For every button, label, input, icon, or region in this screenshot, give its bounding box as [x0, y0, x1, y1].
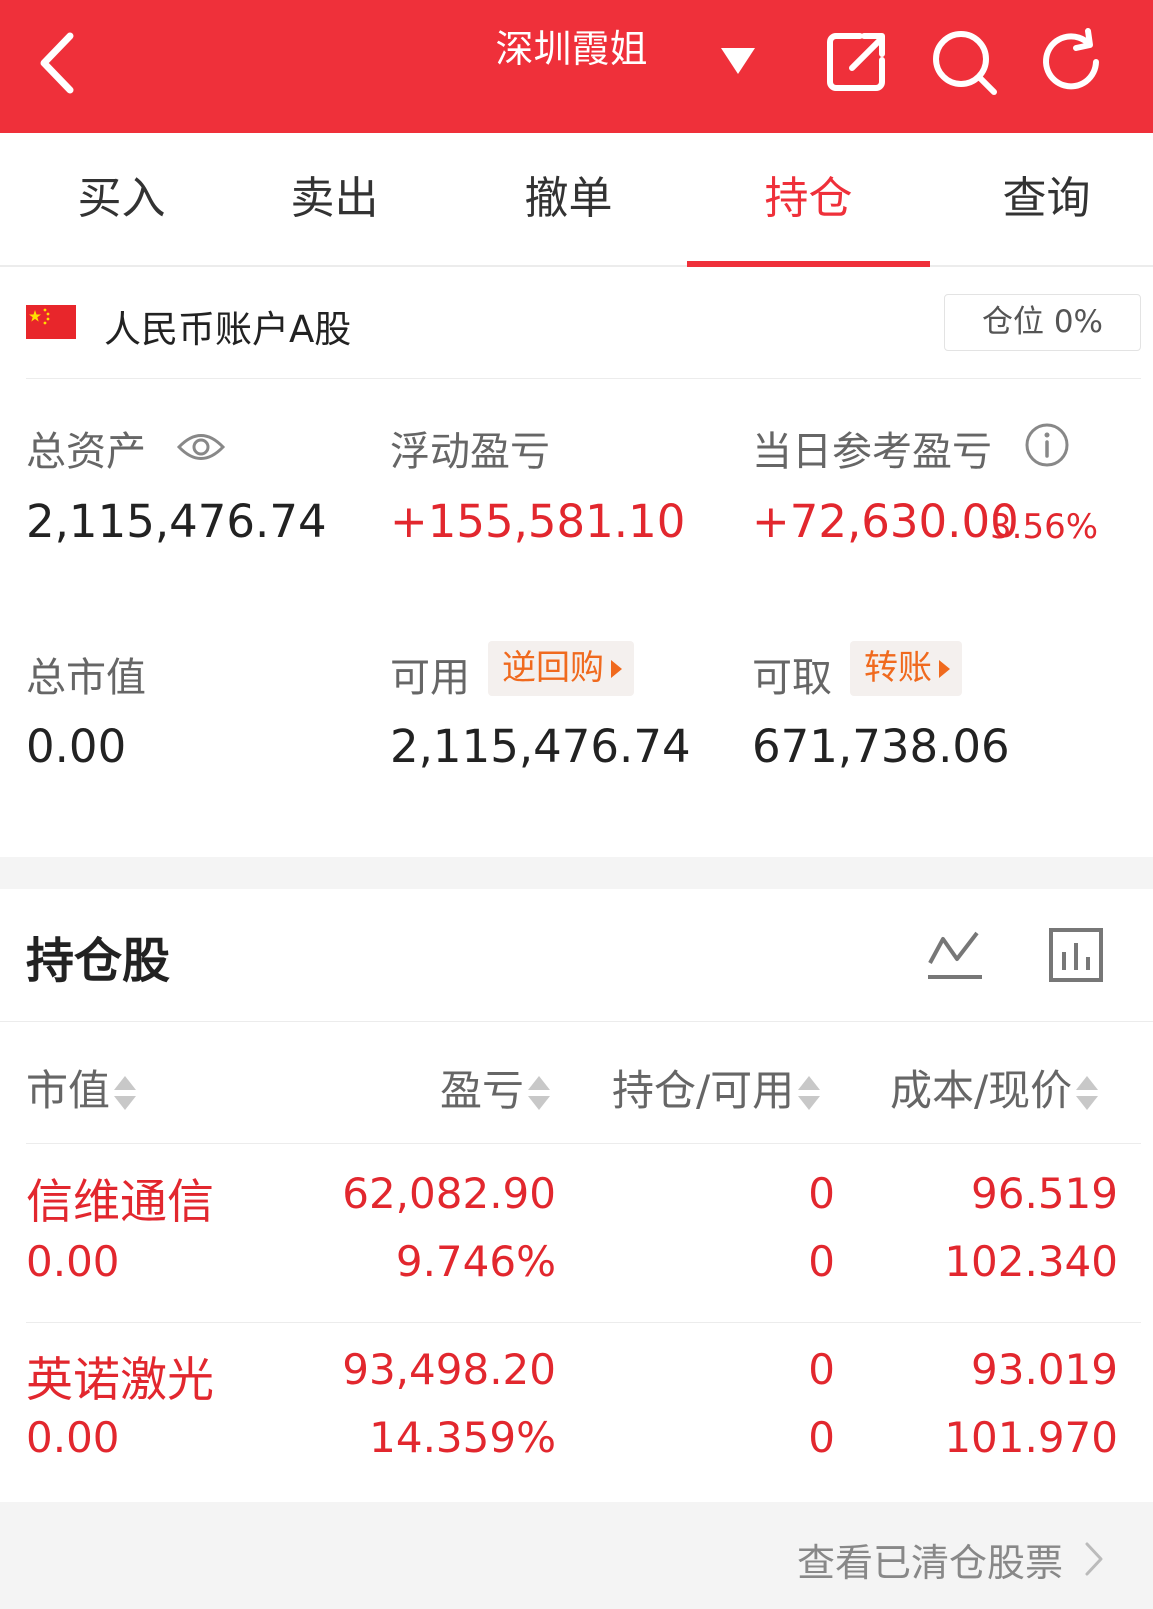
sort-icon — [114, 1075, 137, 1113]
stock-position: 0 — [808, 1169, 835, 1218]
sort-icon — [528, 1075, 551, 1113]
market-value-value: 0.00 — [26, 720, 127, 773]
stock-market-value: 0.00 — [26, 1413, 120, 1462]
total-assets-label: 总资产 — [26, 429, 146, 475]
position-ratio-badge[interactable]: 仓位 0% — [944, 294, 1141, 351]
reverse-repo-button[interactable]: 逆回购 — [488, 641, 634, 696]
trade-tabs: 买入 卖出 撤单 持仓 查询 — [0, 133, 1153, 267]
stock-pl: 93,498.20 — [342, 1345, 556, 1394]
refresh-icon[interactable] — [1036, 26, 1108, 98]
caret-down-icon[interactable] — [718, 44, 758, 78]
holdings-title: 持仓股 — [26, 933, 171, 989]
float-pl-label: 浮动盈亏 — [390, 429, 550, 475]
view-cleared-stocks-link[interactable]: 查看已清仓股票 — [797, 1532, 1063, 1587]
column-position-available[interactable]: 持仓/可用 — [612, 1057, 821, 1118]
account-header: 人民币账户A股 仓位 0% — [26, 267, 1141, 379]
tab-query[interactable]: 查询 — [925, 133, 1153, 265]
tab-holdings[interactable]: 持仓 — [687, 133, 930, 267]
column-label: 市值 — [26, 1066, 111, 1115]
daily-pl-value: +72,630.00 — [752, 495, 1019, 548]
stock-position: 0 — [808, 1345, 835, 1394]
available-label: 可用 — [390, 655, 470, 701]
info-icon[interactable] — [1024, 422, 1070, 468]
tab-sell[interactable]: 卖出 — [213, 133, 456, 265]
stock-cost: 93.019 — [971, 1345, 1118, 1394]
column-label: 盈亏 — [440, 1066, 525, 1115]
stock-pl: 62,082.90 — [342, 1169, 556, 1218]
stock-pl-pct: 14.359% — [369, 1413, 556, 1462]
stock-price: 101.970 — [944, 1413, 1118, 1462]
total-assets-value: 2,115,476.74 — [26, 495, 327, 548]
column-label: 成本/现价 — [890, 1066, 1073, 1115]
stock-pl-pct: 9.746% — [395, 1237, 556, 1286]
account-summary: 人民币账户A股 仓位 0% 总资产 浮动盈亏 当日参考盈亏 2,115,476.… — [0, 267, 1153, 857]
bar-chart-icon[interactable] — [1048, 927, 1104, 983]
float-pl-value: +155,581.10 — [390, 495, 686, 548]
holdings-section: 持仓股 市值 盈亏 持仓/可用 成本/现价 信维通信 0.00 62,082.9… — [0, 889, 1153, 1502]
sort-icon — [1076, 1075, 1099, 1113]
share-icon[interactable] — [820, 26, 892, 98]
tab-buy[interactable]: 买入 — [0, 133, 243, 265]
withdrawable-value: 671,738.06 — [752, 720, 1010, 773]
daily-pl-pct: 3.56% — [990, 507, 1099, 547]
column-label: 持仓/可用 — [612, 1066, 795, 1115]
top-bar: 深圳霞姐 — [0, 0, 1153, 133]
column-pl[interactable]: 盈亏 — [440, 1057, 551, 1118]
account-name: 人民币账户A股 — [104, 308, 352, 351]
stock-name: 信维通信 — [26, 1175, 214, 1230]
china-flag-icon — [26, 305, 76, 339]
divider — [0, 1021, 1153, 1022]
divider — [26, 1322, 1141, 1323]
stock-available: 0 — [808, 1237, 835, 1286]
column-cost-price[interactable]: 成本/现价 — [890, 1057, 1099, 1118]
trend-chart-icon[interactable] — [925, 927, 985, 983]
eye-icon[interactable] — [176, 430, 226, 464]
divider — [26, 1143, 1141, 1144]
stock-available: 0 — [808, 1413, 835, 1462]
stock-price: 102.340 — [944, 1237, 1118, 1286]
stock-cost: 96.519 — [971, 1169, 1118, 1218]
available-value: 2,115,476.74 — [390, 720, 691, 773]
withdrawable-label: 可取 — [752, 655, 832, 701]
chevron-right-icon[interactable] — [1079, 1538, 1109, 1580]
sort-icon — [798, 1075, 821, 1113]
daily-pl-label: 当日参考盈亏 — [752, 429, 992, 475]
search-icon[interactable] — [928, 26, 1000, 98]
footer: 查看已清仓股票 — [0, 1502, 1153, 1609]
account-title-text: 深圳霞姐 — [495, 27, 648, 71]
column-market-value[interactable]: 市值 — [26, 1057, 137, 1118]
tab-cancel-order[interactable]: 撤单 — [447, 133, 690, 265]
market-value-label: 总市值 — [26, 655, 146, 701]
transfer-button[interactable]: 转账 — [850, 641, 962, 696]
stock-name: 英诺激光 — [26, 1353, 214, 1408]
stock-market-value: 0.00 — [26, 1237, 120, 1286]
